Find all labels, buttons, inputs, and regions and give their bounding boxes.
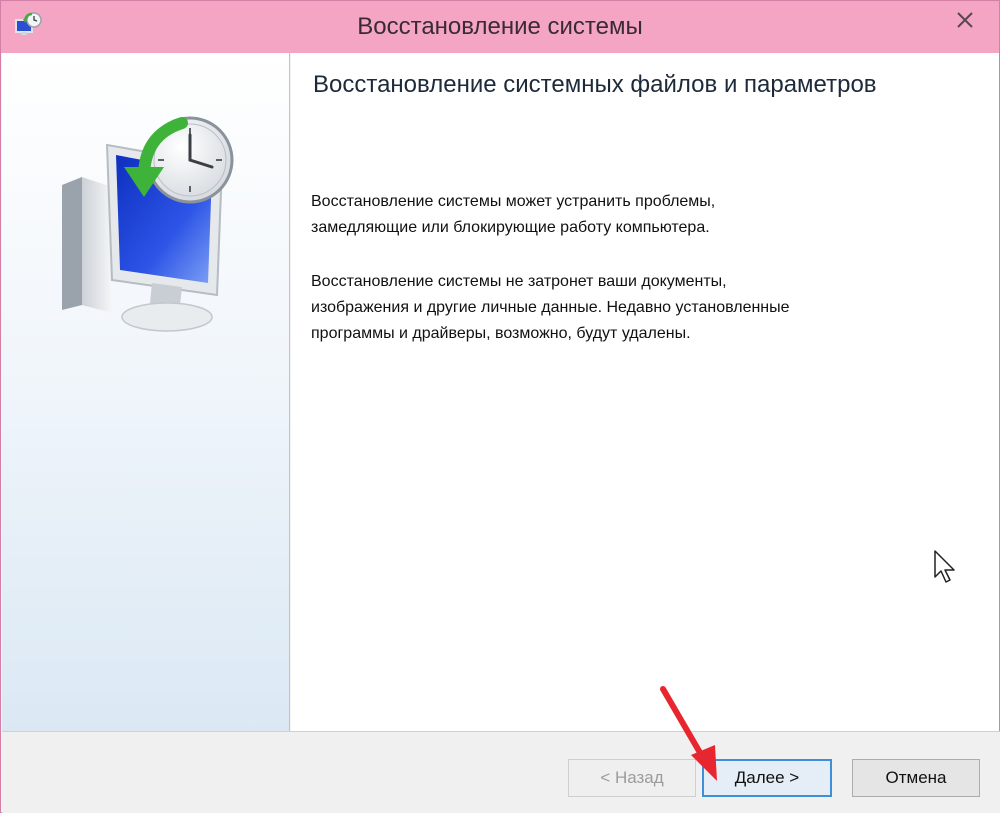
back-button[interactable]: < Назад [568,759,696,797]
paragraph-line: изображения и другие личные данные. Неда… [311,299,790,316]
window-title: Восстановление системы [357,13,643,40]
wizard-content: Восстановление системных файлов и параме… [291,53,999,731]
monitor-clock-restore-icon [62,116,234,332]
description-paragraph-2: Восстановление системы не затронет ваши … [311,269,951,347]
paragraph-line: Восстановление системы не затронет ваши … [311,273,727,290]
wizard-sidebar [2,53,290,731]
mouse-cursor-icon [934,550,955,583]
button-bar: < Назад Далее > Отмена [2,731,1000,813]
title-bar[interactable]: Восстановление системы [1,1,999,53]
close-icon [957,12,973,28]
description-paragraph-1: Восстановление системы может устранить п… [311,189,951,241]
paragraph-line: замедляющие или блокирующие работу компь… [311,219,710,236]
close-button[interactable] [941,1,989,39]
paragraph-line: Восстановление системы может устранить п… [311,193,716,210]
page-heading: Восстановление системных файлов и параме… [313,71,877,98]
next-button[interactable]: Далее > [702,759,832,797]
cancel-button[interactable]: Отмена [852,759,980,797]
system-restore-window: Восстановление системы Восстановление си… [0,0,1000,813]
paragraph-line: программы и драйверы, возможно, будут уд… [311,325,691,342]
